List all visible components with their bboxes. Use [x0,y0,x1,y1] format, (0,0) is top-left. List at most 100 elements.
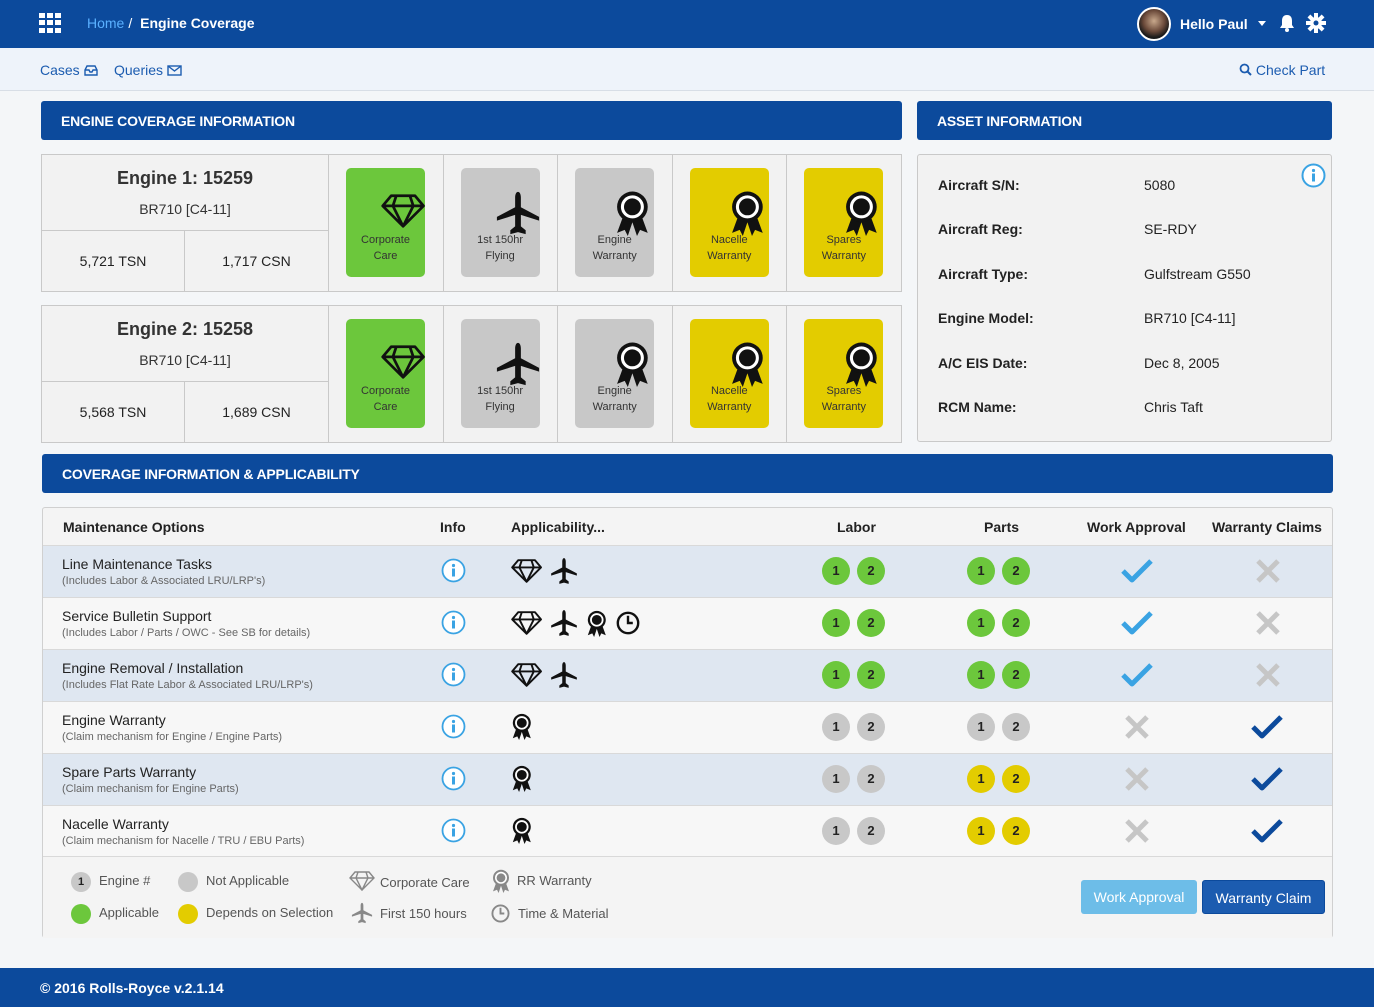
col-labor: Labor [837,519,876,535]
option-subtitle: (Claim mechanism for Nacelle / TRU / EBU… [62,835,305,847]
engine-csn: 1,689 CSN [222,404,291,420]
legend-depends: Depends on Selection [206,905,334,920]
work-approval-status [1121,662,1153,691]
legend-applicable-dot [71,904,91,924]
asset-info-panel: Aircraft S/N: 5080 Aircraft Reg: SE-RDY Airc… [917,154,1332,442]
tile-label-line1: Spares [826,385,862,397]
option-title: Line Maintenance Tasks [62,556,212,572]
gear-icon[interactable] [1306,13,1326,33]
breadcrumb-current: Engine Coverage [140,15,255,31]
labor-badge-engine-1: 1 [822,817,850,845]
labor-badge-engine-2: 2 [857,557,885,585]
x-icon [1256,559,1280,583]
info-icon[interactable] [1301,163,1326,188]
tile-label-line2: Warranty [821,401,866,413]
applicability-icons [511,765,533,792]
table-row: Engine Removal / Installation (Includes F… [43,649,1332,701]
legend: 1 Engine # Not Applicable Applicable Dep… [43,856,1332,938]
work-approval-button[interactable]: Work Approval [1081,880,1197,914]
coverage-tile[interactable]: Spares Warranty [804,319,884,428]
asset-info-header: ASSET INFORMATION [917,101,1332,140]
tile-label: Engine Warranty [575,232,654,264]
search-icon [1239,63,1252,76]
breadcrumb-home-link[interactable]: Home [87,15,124,31]
tile-label: Engine Warranty [575,383,654,415]
airplane-icon [496,342,539,386]
queries-link[interactable]: Queries [114,62,182,78]
cases-link[interactable]: Cases [40,62,98,78]
coverage-tile[interactable]: Corporate Care [346,319,425,428]
asset-field-label: RCM Name: [938,399,1017,415]
applicability-icons [511,609,640,637]
legend-applicable: Applicable [99,905,159,920]
coverage-tile[interactable]: 1st 150hr Flying [460,319,540,428]
info-icon[interactable] [441,662,466,687]
labor-badge-engine-1: 1 [822,661,850,689]
warranty-claims-status [1251,766,1283,795]
engine-card: Engine 2: 15258 BR710 [C4-11] 5,568 TSN 1,6… [41,305,902,443]
applicability-icons [511,817,533,844]
check-part-link[interactable]: Check Part [1239,62,1325,78]
legend-corporate-care: Corporate Care [380,875,470,890]
labor-badge-engine-2: 2 [857,661,885,689]
info-icon[interactable] [441,714,466,739]
table-row: Nacelle Warranty (Claim mechanism for Nac… [43,805,1332,857]
col-warranty-claims: Warranty Claims [1212,519,1322,535]
coverage-tile[interactable]: Corporate Care [346,168,425,277]
coverage-tile[interactable]: Engine Warranty [575,168,655,277]
applicability-icons [511,713,533,740]
asset-field-value: 5080 [1144,177,1176,193]
asset-field-value: Dec 8, 2005 [1144,354,1220,371]
legend-depends-dot [178,904,198,924]
tile-label: Nacelle Warranty [690,232,769,264]
info-icon[interactable] [441,558,466,583]
divider [42,230,328,231]
tile-label-line1: 1st 150hr [477,234,524,246]
avatar[interactable] [1137,7,1171,41]
user-greeting[interactable]: Hello Paul [1180,16,1248,32]
info-icon[interactable] [441,818,466,843]
envelope-icon [167,65,182,76]
check-icon [1121,559,1153,583]
queries-label: Queries [114,62,164,78]
info-icon[interactable] [441,610,466,635]
divider [786,306,788,442]
diamond-icon [511,611,542,635]
coverage-tile[interactable]: Nacelle Warranty [689,319,769,428]
award-ribbon-icon [731,191,763,236]
legend-time-material: Time & Material [518,906,609,921]
coverage-tile[interactable]: Spares Warranty [804,168,884,277]
x-icon [1256,611,1280,635]
divider [786,155,788,291]
coverage-header: COVERAGE INFORMATION & APPLICABILITY [42,454,1333,493]
parts-badge-engine-2: 2 [1002,609,1030,637]
coverage-tile[interactable]: Engine Warranty [575,319,655,428]
parts-badge-engine-1: 1 [967,713,995,741]
apps-grid-icon[interactable] [39,13,63,33]
option-title: Engine Removal / Installation [62,660,244,676]
breadcrumb-separator: / [128,15,133,31]
tile-label-line2: Warranty [707,401,752,413]
engine-tsn: 5,568 TSN [79,404,147,420]
x-icon [1125,767,1149,791]
check-icon [1121,663,1153,687]
bell-icon[interactable] [1277,13,1297,33]
warranty-claims-status [1255,558,1281,587]
tile-label-line1: Nacelle [710,234,748,246]
coverage-tile[interactable]: 1st 150hr Flying [460,168,540,277]
info-icon[interactable] [441,766,466,791]
chevron-down-icon[interactable] [1258,21,1266,26]
tile-label-line1: Corporate [361,234,410,246]
tile-label: Corporate Care [346,383,425,415]
work-approval-status [1124,766,1150,795]
warranty-claim-button[interactable]: Warranty Claim [1202,880,1325,914]
labor-badge-engine-2: 2 [857,609,885,637]
clock-icon [491,904,510,923]
asset-field-label: Engine Model: [938,310,1034,327]
tile-label-line2: Warranty [592,401,637,413]
parts-badge-engine-1: 1 [967,609,995,637]
tile-label: 1st 150hr Flying [461,383,540,415]
x-icon [1256,663,1280,687]
sub-navigation: Cases Queries Check Part [0,48,1374,91]
coverage-tile[interactable]: Nacelle Warranty [689,168,769,277]
